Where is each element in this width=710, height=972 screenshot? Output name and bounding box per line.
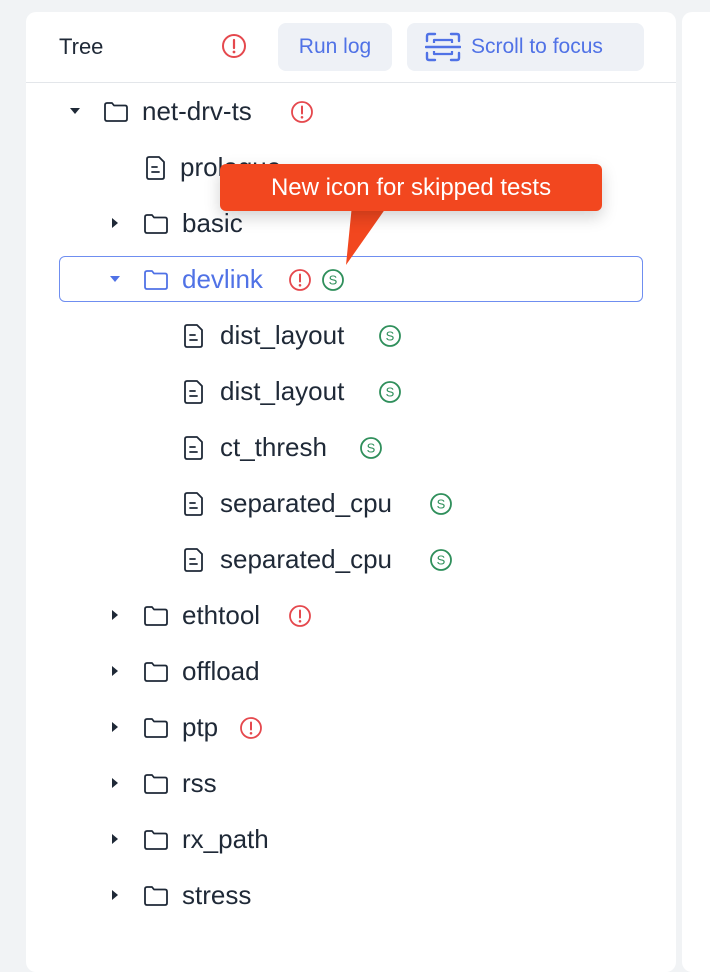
tree-item-separated-cpu[interactable]: separated_cpu S xyxy=(26,483,676,523)
skipped-s-icon: S xyxy=(430,493,452,515)
caret-right-icon[interactable] xyxy=(109,217,121,229)
tree-item-label: ethtool xyxy=(182,600,261,630)
file-icon xyxy=(184,436,203,460)
tree-item-ethtool[interactable]: ethtool xyxy=(26,595,676,635)
tree-item-label: dist_layout xyxy=(220,320,345,350)
folder-icon xyxy=(144,774,168,794)
folder-icon xyxy=(144,270,168,290)
tree-item-offload[interactable]: offload xyxy=(26,651,676,691)
folder-icon xyxy=(144,718,168,738)
caret-right-icon[interactable] xyxy=(109,665,121,677)
caret-right-icon[interactable] xyxy=(109,889,121,901)
alert-circle-icon xyxy=(240,717,262,739)
file-icon xyxy=(184,324,203,348)
alert-circle-icon xyxy=(291,101,313,123)
tree-item-label: stress xyxy=(182,880,252,910)
scan-focus-icon xyxy=(425,32,461,62)
caret-right-icon[interactable] xyxy=(109,721,121,733)
tree-item-net-drv-ts[interactable]: net-drv-ts xyxy=(26,91,676,131)
caret-right-icon[interactable] xyxy=(109,609,121,621)
tree-item-dist-layout[interactable]: dist_layout S xyxy=(26,371,676,411)
file-icon xyxy=(184,380,203,404)
skipped-s-icon: S xyxy=(379,325,401,347)
panel-title: Tree xyxy=(59,34,104,59)
tree-item-ct-thresh[interactable]: ct_thresh S xyxy=(26,427,676,467)
tree-item-label: separated_cpu xyxy=(220,488,393,518)
alert-circle-icon xyxy=(289,269,311,291)
caret-down-icon[interactable] xyxy=(69,105,81,117)
tree-item-rx-path[interactable]: rx_path xyxy=(26,819,676,859)
scroll-to-focus-button[interactable]: Scroll to focus xyxy=(407,23,644,71)
file-icon xyxy=(184,548,203,572)
run-log-button[interactable]: Run log xyxy=(278,23,392,71)
folder-icon xyxy=(144,830,168,850)
svg-text:S: S xyxy=(386,329,395,344)
run-log-label: Run log xyxy=(298,35,372,58)
folder-icon xyxy=(144,662,168,682)
svg-text:S: S xyxy=(367,441,376,456)
folder-icon xyxy=(144,886,168,906)
tree-panel: Tree Run log Scroll to focus net-drv-ts … xyxy=(26,12,676,972)
tree-item-ptp[interactable]: ptp xyxy=(26,707,676,747)
svg-text:S: S xyxy=(386,385,395,400)
caret-right-icon[interactable] xyxy=(109,833,121,845)
tree-item-separated-cpu[interactable]: separated_cpu S xyxy=(26,539,676,579)
skipped-s-icon: S xyxy=(430,549,452,571)
caret-down-icon[interactable] xyxy=(109,273,121,285)
svg-text:S: S xyxy=(329,273,338,288)
scroll-to-focus-label: Scroll to focus xyxy=(471,35,603,58)
file-icon xyxy=(184,492,203,516)
tree-item-label: offload xyxy=(182,656,260,686)
folder-icon xyxy=(104,102,128,122)
side-panel-edge xyxy=(682,12,710,972)
tree-item-label: rss xyxy=(182,768,217,798)
tree-item-label: ct_thresh xyxy=(220,432,327,462)
tree-item-dist-layout[interactable]: dist_layout S xyxy=(26,315,676,355)
skipped-s-icon: S xyxy=(379,381,401,403)
tree-item-rss[interactable]: rss xyxy=(26,763,676,803)
svg-text:S: S xyxy=(437,497,446,512)
file-icon xyxy=(146,156,165,180)
tree-item-label: dist_layout xyxy=(220,376,345,406)
caret-right-icon[interactable] xyxy=(109,777,121,789)
svg-text:S: S xyxy=(437,553,446,568)
alert-circle-icon[interactable] xyxy=(221,33,247,59)
annotation-callout: New icon for skipped tests xyxy=(220,164,602,211)
tree-item-label: ptp xyxy=(182,712,219,742)
tree-item-label: separated_cpu xyxy=(220,544,393,574)
tree-item-label: net-drv-ts xyxy=(142,96,252,126)
tree-item-label: devlink xyxy=(182,264,263,294)
tree-item-label: basic xyxy=(182,208,243,238)
callout-pointer xyxy=(346,205,388,265)
tree-item-stress[interactable]: stress xyxy=(26,875,676,915)
tree-header: Tree Run log Scroll to focus xyxy=(26,12,676,83)
skipped-s-icon: S xyxy=(360,437,382,459)
alert-circle-icon xyxy=(289,605,311,627)
tree-item-label: rx_path xyxy=(182,824,269,854)
folder-icon xyxy=(144,214,168,234)
folder-icon xyxy=(144,606,168,626)
